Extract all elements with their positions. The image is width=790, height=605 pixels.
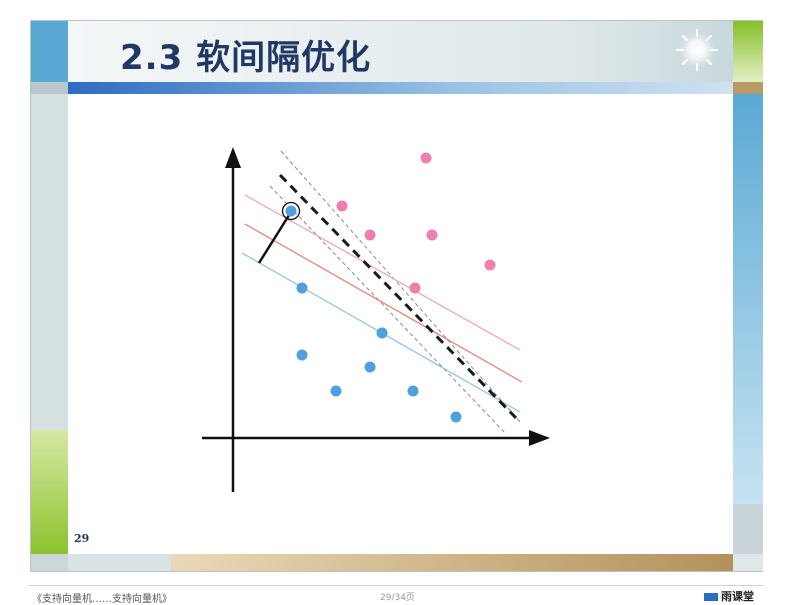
positive-point [409, 282, 421, 294]
footer-left-text: 《支持向量机……支持向量机》 [32, 594, 172, 605]
positive-point [420, 152, 432, 164]
positive-point [336, 200, 348, 212]
page-number: 29 [74, 532, 90, 545]
negative-point [296, 349, 308, 361]
positive-point [364, 229, 376, 241]
outer-dashed-line-lower [269, 185, 506, 434]
footer-brand: 雨课堂 [704, 588, 754, 604]
outer-dashed-line-upper [280, 150, 523, 425]
negative-point [376, 327, 388, 339]
middle-line [244, 223, 523, 383]
svm-soft-margin-diagram [202, 147, 550, 492]
decision-boundary [278, 173, 518, 420]
negative-point [407, 385, 419, 397]
negative-point [450, 411, 462, 423]
outlier-point [285, 205, 297, 217]
negative-point [364, 361, 376, 373]
positive-point [484, 259, 496, 271]
positive-point [426, 229, 438, 241]
y-axis-arrowhead [225, 147, 241, 168]
negative-point [330, 385, 342, 397]
x-axis-arrowhead [529, 430, 550, 446]
slack-distance-segment [257, 211, 293, 264]
positive-class-points [336, 152, 496, 294]
footer-divider [28, 585, 764, 586]
brand-logo-icon [704, 593, 718, 601]
negative-point [296, 282, 308, 294]
